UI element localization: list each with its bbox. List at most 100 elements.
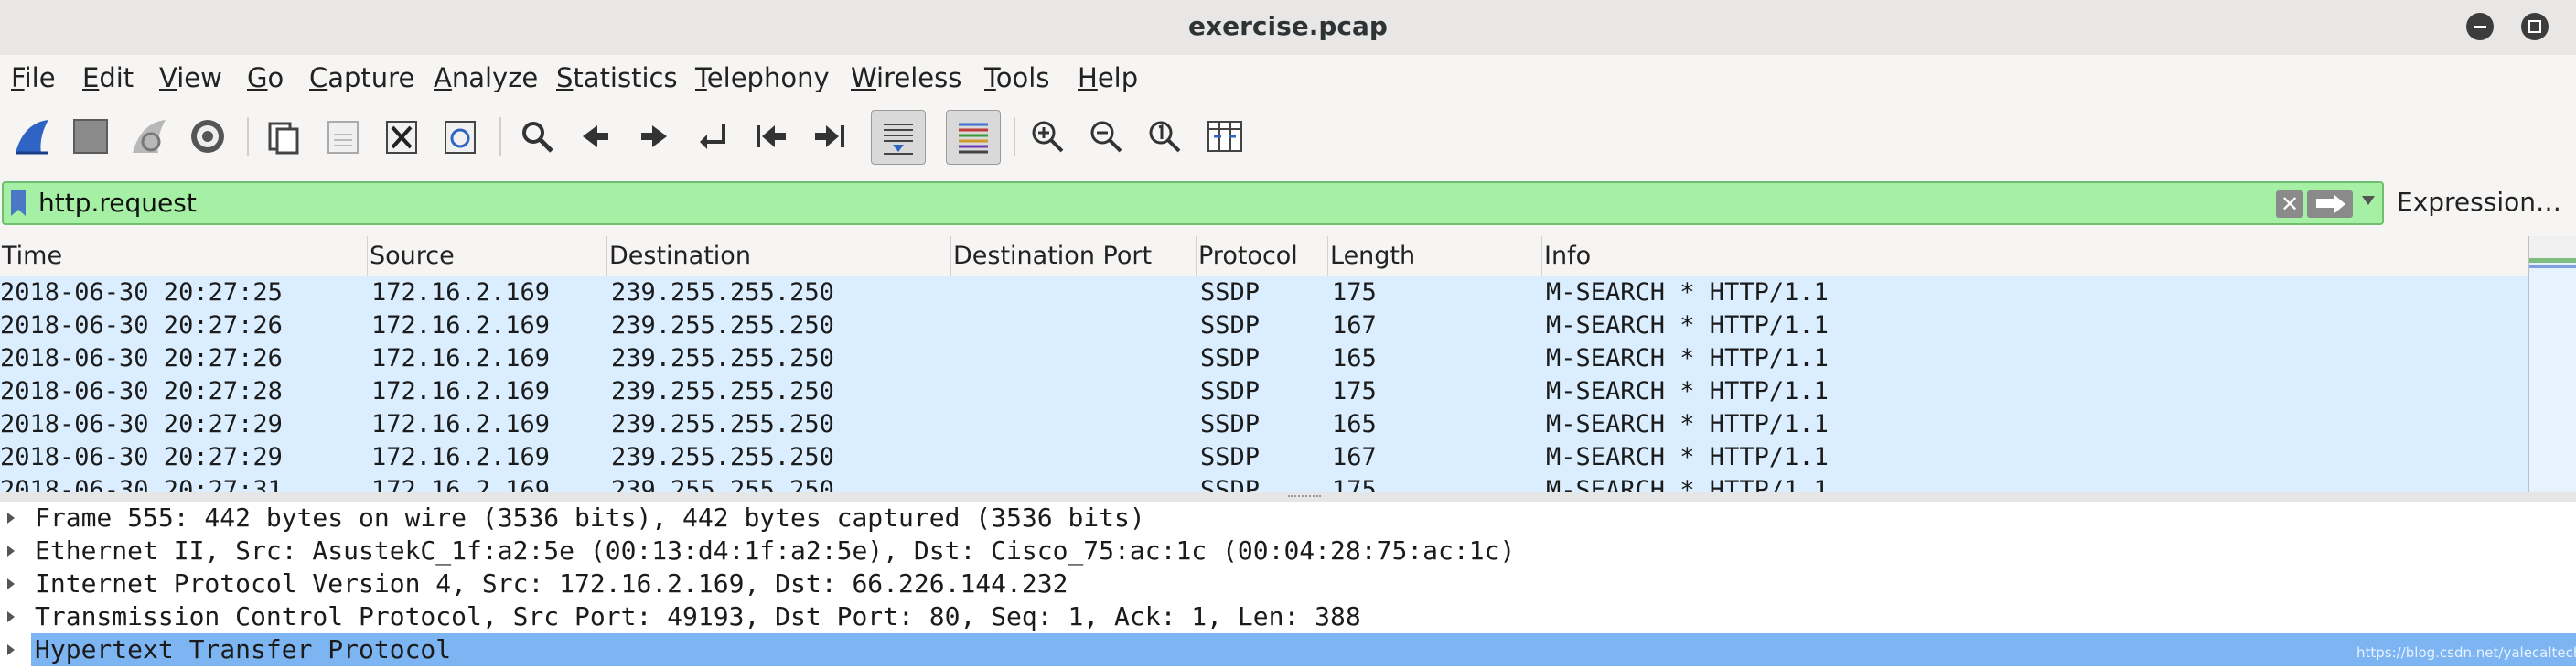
packet-row[interactable]: 2018-06-30 20:27:26 172.16.2.169 239.255… bbox=[0, 309, 2528, 342]
first-packet-icon[interactable] bbox=[745, 110, 798, 163]
expand-arrow-icon[interactable] bbox=[7, 644, 15, 655]
packet-row[interactable]: 2018-06-30 20:27:29 172.16.2.169 239.255… bbox=[0, 441, 2528, 474]
bookmark-icon[interactable] bbox=[11, 190, 26, 216]
last-packet-icon[interactable] bbox=[803, 110, 856, 163]
splitter-grip[interactable] bbox=[1288, 495, 1321, 501]
stop-capture-icon[interactable] bbox=[64, 110, 117, 163]
restart-capture-icon[interactable] bbox=[123, 110, 176, 163]
expand-arrow-icon[interactable] bbox=[7, 578, 15, 589]
cell-time: 2018-06-30 20:27:31 bbox=[0, 476, 283, 492]
menu-go[interactable]: Go bbox=[247, 62, 284, 93]
apply-filter-icon[interactable] bbox=[2307, 190, 2353, 218]
cell-protocol: SSDP bbox=[1200, 443, 1261, 471]
cell-destination: 239.255.255.250 bbox=[611, 377, 834, 405]
expression-button[interactable]: Expression… bbox=[2397, 187, 2561, 217]
column-header-destination[interactable]: Destination bbox=[607, 236, 951, 276]
cell-source: 172.16.2.169 bbox=[371, 377, 551, 405]
packet-row[interactable]: 2018-06-30 20:27:28 172.16.2.169 239.255… bbox=[0, 375, 2528, 408]
zoom-out-icon[interactable] bbox=[1079, 110, 1132, 163]
expand-arrow-icon[interactable] bbox=[7, 513, 15, 524]
packet-row[interactable]: 2018-06-30 20:27:25 172.16.2.169 239.255… bbox=[0, 276, 2528, 309]
display-filter-bar: ✕ Expression… bbox=[0, 179, 2576, 225]
cell-source: 172.16.2.169 bbox=[371, 443, 551, 471]
packet-row[interactable]: 2018-06-30 20:27:26 172.16.2.169 239.255… bbox=[0, 342, 2528, 375]
detail-text: Hypertext Transfer Protocol bbox=[35, 634, 452, 665]
cell-time: 2018-06-30 20:27:29 bbox=[0, 443, 283, 471]
menu-help[interactable]: Help bbox=[1078, 62, 1138, 93]
menu-capture[interactable]: Capture bbox=[309, 62, 414, 93]
colorize-icon[interactable] bbox=[946, 110, 1001, 165]
close-file-icon[interactable] bbox=[375, 110, 428, 163]
packet-row[interactable]: 2018-06-30 20:27:29 172.16.2.169 239.255… bbox=[0, 408, 2528, 441]
detail-row-http[interactable]: Hypertext Transfer Protocol bbox=[0, 633, 2576, 666]
capture-options-icon[interactable] bbox=[181, 110, 234, 163]
detail-text: Internet Protocol Version 4, Src: 172.16… bbox=[35, 568, 1068, 599]
packet-details: Frame 555: 442 bytes on wire (3536 bits)… bbox=[0, 502, 2576, 670]
packet-row[interactable]: 2018-06-30 20:27:31 172.16.2.169 239.255… bbox=[0, 474, 2528, 492]
expand-arrow-icon[interactable] bbox=[7, 546, 15, 557]
cell-info: M-SEARCH * HTTP/1.1 bbox=[1546, 344, 1829, 373]
watermark: https://blog.csdn.net/yalecaltech bbox=[2356, 644, 2576, 661]
cell-length: 167 bbox=[1332, 311, 1377, 340]
cell-time: 2018-06-30 20:27:25 bbox=[0, 278, 283, 307]
menu-wireless[interactable]: Wireless bbox=[851, 62, 961, 93]
cell-protocol: SSDP bbox=[1200, 476, 1261, 492]
cell-length: 165 bbox=[1332, 410, 1377, 438]
minimap-header bbox=[2529, 236, 2576, 258]
cell-info: M-SEARCH * HTTP/1.1 bbox=[1546, 377, 1829, 405]
menu-tools[interactable]: Tools bbox=[984, 62, 1049, 93]
find-packet-icon[interactable] bbox=[510, 110, 564, 163]
toolbar-separator bbox=[499, 117, 501, 156]
detail-row-tcp[interactable]: Transmission Control Protocol, Src Port:… bbox=[0, 600, 2576, 633]
expand-arrow-icon[interactable] bbox=[7, 611, 15, 622]
toolbar-separator bbox=[247, 117, 249, 156]
menu-statistics[interactable]: Statistics bbox=[556, 62, 678, 93]
title-bar: exercise.pcap bbox=[0, 0, 2576, 55]
detail-row-ip[interactable]: Internet Protocol Version 4, Src: 172.16… bbox=[0, 567, 2576, 600]
display-filter-field: ✕ bbox=[2, 181, 2384, 225]
start-capture-icon[interactable] bbox=[5, 110, 59, 163]
menu-analyze[interactable]: Analyze bbox=[434, 62, 538, 93]
autoscroll-icon[interactable] bbox=[871, 110, 926, 165]
cell-protocol: SSDP bbox=[1200, 344, 1261, 373]
packet-minimap-scrollbar[interactable] bbox=[2528, 236, 2576, 492]
go-to-packet-icon[interactable] bbox=[686, 110, 739, 163]
zoom-in-icon[interactable] bbox=[1021, 110, 1074, 163]
save-file-icon[interactable] bbox=[317, 110, 370, 163]
column-header-source[interactable]: Source bbox=[368, 236, 607, 276]
cell-destination: 239.255.255.250 bbox=[611, 311, 834, 340]
clear-filter-icon[interactable]: ✕ bbox=[2276, 190, 2303, 218]
column-header-time[interactable]: Time bbox=[0, 236, 368, 276]
column-header-protocol[interactable]: Protocol bbox=[1197, 236, 1328, 276]
menu-file[interactable]: File bbox=[11, 62, 56, 93]
cell-destination: 239.255.255.250 bbox=[611, 476, 834, 492]
wireshark-window: exercise.pcap File Edit View Go Capture … bbox=[0, 0, 2576, 670]
chevron-down-icon[interactable] bbox=[2362, 196, 2375, 205]
menu-edit[interactable]: Edit bbox=[82, 62, 134, 93]
cell-source: 172.16.2.169 bbox=[371, 476, 551, 492]
menu-telephony[interactable]: Telephony bbox=[695, 62, 830, 93]
resize-columns-icon[interactable] bbox=[1198, 110, 1251, 163]
detail-row-frame[interactable]: Frame 555: 442 bytes on wire (3536 bits)… bbox=[0, 502, 2576, 535]
pane-splitter[interactable] bbox=[0, 492, 2576, 502]
column-header-destination-port[interactable]: Destination Port bbox=[951, 236, 1197, 276]
go-forward-icon[interactable] bbox=[628, 110, 681, 163]
cell-destination: 239.255.255.250 bbox=[611, 344, 834, 373]
cell-length: 167 bbox=[1332, 443, 1377, 471]
column-header-length[interactable]: Length bbox=[1328, 236, 1542, 276]
detail-row-ethernet[interactable]: Ethernet II, Src: AsustekC_1f:a2:5e (00:… bbox=[0, 535, 2576, 567]
cell-protocol: SSDP bbox=[1200, 410, 1261, 438]
reload-file-icon[interactable] bbox=[434, 110, 487, 163]
normal-size-icon[interactable] bbox=[1138, 110, 1191, 163]
column-header-info[interactable]: Info bbox=[1542, 236, 2528, 276]
packet-list-header: Time Source Destination Destination Port… bbox=[0, 236, 2528, 277]
minimize-icon[interactable] bbox=[2466, 13, 2494, 40]
display-filter-input[interactable] bbox=[38, 187, 1136, 218]
open-file-icon[interactable] bbox=[258, 110, 311, 163]
cell-destination: 239.255.255.250 bbox=[611, 410, 834, 438]
menu-bar: File Edit View Go Capture Analyze Statis… bbox=[0, 57, 2576, 101]
menu-view[interactable]: View bbox=[159, 62, 222, 93]
maximize-icon[interactable] bbox=[2521, 13, 2549, 40]
cell-destination: 239.255.255.250 bbox=[611, 443, 834, 471]
go-back-icon[interactable] bbox=[569, 110, 622, 163]
